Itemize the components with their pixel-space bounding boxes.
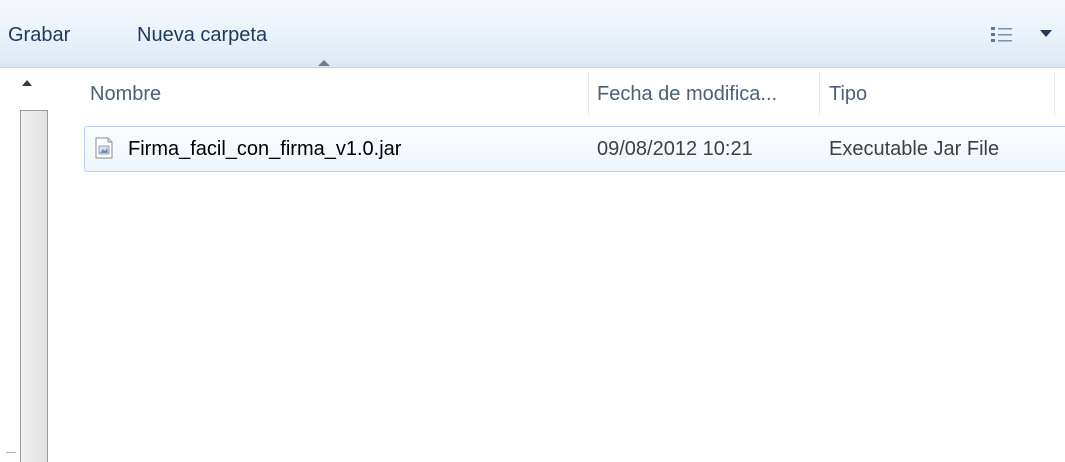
- column-divider[interactable]: [819, 72, 820, 116]
- column-header-type[interactable]: Tipo: [829, 68, 867, 120]
- new-folder-button[interactable]: Nueva carpeta: [137, 22, 267, 48]
- chevron-down-icon[interactable]: [1040, 30, 1052, 37]
- column-divider[interactable]: [1054, 72, 1055, 116]
- column-divider[interactable]: [588, 72, 589, 116]
- command-bar: Grabar Nueva carpeta: [0, 0, 1065, 68]
- divider: [6, 452, 16, 453]
- burn-button[interactable]: Grabar: [8, 22, 70, 48]
- details-view-icon[interactable]: [990, 26, 1014, 44]
- jar-file-icon: [95, 137, 113, 159]
- scrollbar-thumb[interactable]: [20, 110, 48, 462]
- file-type: Executable Jar File: [829, 138, 1000, 160]
- scroll-up-arrow-icon[interactable]: [22, 80, 32, 86]
- column-header-name[interactable]: Nombre: [90, 68, 161, 120]
- sort-ascending-icon: [318, 60, 330, 66]
- column-header-date[interactable]: Fecha de modifica...: [597, 68, 777, 120]
- file-name[interactable]: Firma_facil_con_firma_v1.0.jar: [128, 126, 401, 172]
- file-date-modified: 09/08/2012 10:21: [597, 138, 753, 160]
